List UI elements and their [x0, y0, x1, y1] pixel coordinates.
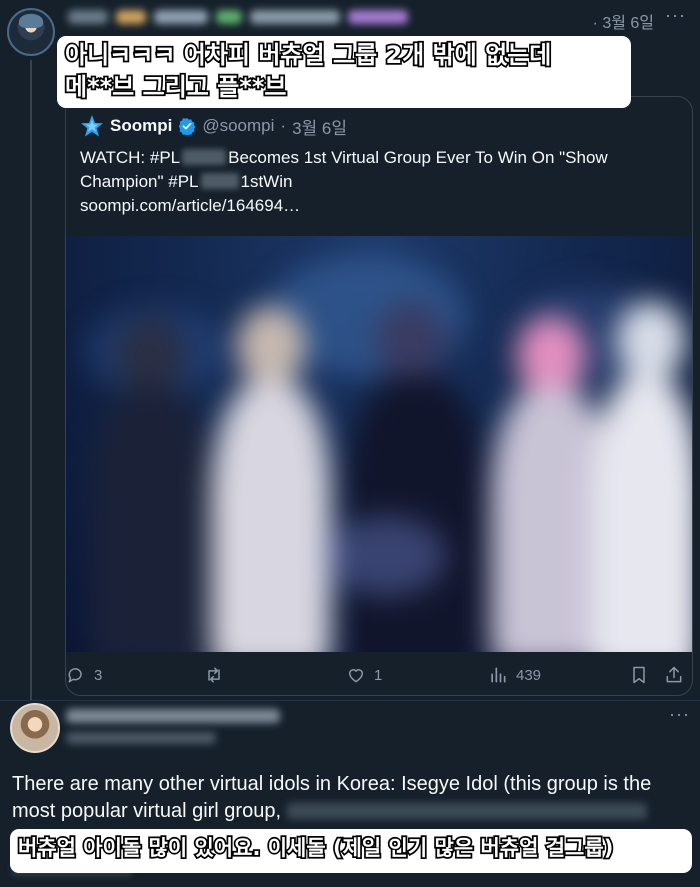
quoted-tweet-header: Soompi @soompi · 3월 6일: [80, 114, 347, 138]
tweet-divider: [0, 700, 700, 701]
quote-text-segment: Champion" #PL: [80, 172, 199, 191]
more-dots-icon[interactable]: ···: [665, 5, 686, 26]
verified-badge-icon: [179, 118, 196, 135]
tweet-date[interactable]: · 3월 6일: [593, 9, 654, 33]
korean-caption-overlay: 버츄얼 아이돌 많이 있어요. 이세돌 (제일 인기 많은 버츄얼 걸그룹): [10, 829, 692, 873]
bookmark-icon: [633, 666, 645, 684]
views-button[interactable]: 439: [488, 665, 541, 685]
reply-icon: [68, 668, 82, 683]
retweet-icon: [208, 667, 220, 683]
views-icon: [491, 667, 506, 683]
caption-text: 버츄얼 아이돌 많이 있어요. 이세돌 (제일 인기 많은 버츄얼 걸그룹): [16, 834, 615, 862]
redacted-text: [182, 149, 227, 165]
bookmark-button[interactable]: [629, 665, 649, 685]
reply-tweet-text: There are many other virtual idols in Ko…: [12, 771, 692, 825]
article-link[interactable]: soompi.com/article/164694…: [80, 194, 650, 218]
like-icon: [349, 669, 363, 683]
reply-more-dots-icon[interactable]: ···: [669, 704, 690, 725]
blurred-group-photo[interactable]: [66, 236, 692, 652]
date-separator: ·: [280, 116, 287, 135]
quoted-tweet-text: WATCH: #PL Becomes 1st Virtual Group Ever…: [80, 146, 650, 218]
reply-count: 3: [94, 666, 103, 684]
redacted-text: [286, 803, 647, 819]
korean-caption-overlay: 아니ㅋㅋㅋ 어차피 버츄얼 그룹 2개 밖에 없는데 메**브 그리고 플**브: [57, 36, 631, 108]
reply-author-avatar[interactable]: [10, 703, 60, 753]
retweet-button[interactable]: [204, 665, 232, 685]
like-button[interactable]: 1: [346, 665, 382, 685]
quote-text-segment: Becomes 1st Virtual Group Ever To Win On…: [228, 148, 608, 167]
reply-author-handle-redacted: [66, 732, 216, 744]
thread-line: [30, 60, 32, 700]
author-name-redacted: [68, 6, 440, 28]
share-button[interactable]: [664, 665, 684, 685]
like-count: 1: [374, 666, 383, 684]
share-icon: [666, 666, 682, 683]
reply-button[interactable]: 3: [66, 665, 102, 685]
quoted-author-name[interactable]: Soompi: [110, 116, 172, 136]
quoted-author-handle[interactable]: @soompi: [202, 116, 274, 136]
soompi-star-icon: [81, 115, 103, 137]
caption-text: 아니ㅋㅋㅋ 어차피 버츄얼 그룹 2개 밖에 없는데 메**브 그리고 플**브: [63, 39, 553, 102]
tweet-action-bar: 3 1 439: [66, 665, 692, 689]
redacted-text: [200, 173, 239, 189]
author-avatar[interactable]: [7, 8, 55, 56]
reply-author-name-redacted: [66, 709, 280, 723]
quote-text-segment: WATCH: #PL: [80, 148, 181, 167]
quoted-tweet-date[interactable]: 3월 6일: [292, 114, 347, 139]
view-count: 439: [516, 666, 542, 684]
quote-text-segment: 1stWin: [240, 172, 293, 191]
